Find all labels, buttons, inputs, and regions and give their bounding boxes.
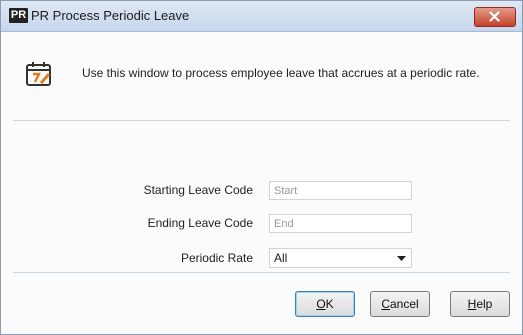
starting-leave-code-label: Starting Leave Code [143, 183, 253, 197]
starting-leave-code-input[interactable]: Start [269, 181, 412, 200]
close-icon [489, 11, 500, 22]
periodic-rate-select[interactable]: All [269, 248, 412, 268]
ok-button[interactable]: OK [295, 291, 355, 317]
dialog-window: PR PR Process Periodic Leave Use this wi… [0, 0, 523, 335]
periodic-rate-value: All [274, 251, 288, 265]
window-title: PR Process Periodic Leave [31, 8, 190, 23]
dialog-content: Use this window to process employee leav… [1, 32, 522, 334]
title-bar[interactable]: PR PR Process Periodic Leave [1, 1, 522, 32]
calendar-icon [26, 62, 51, 86]
ending-leave-code-input[interactable]: End [269, 214, 412, 233]
cancel-button[interactable]: Cancel [370, 291, 430, 317]
app-icon: PR [9, 8, 28, 23]
bottom-divider [13, 272, 510, 273]
chevron-down-icon [397, 256, 406, 261]
periodic-rate-label: Periodic Rate [180, 251, 253, 265]
description-text: Use this window to process employee leav… [82, 66, 480, 80]
close-button[interactable] [474, 7, 516, 27]
top-divider [13, 120, 510, 121]
help-button[interactable]: Help [450, 291, 510, 317]
ending-leave-code-label: Ending Leave Code [147, 216, 253, 230]
